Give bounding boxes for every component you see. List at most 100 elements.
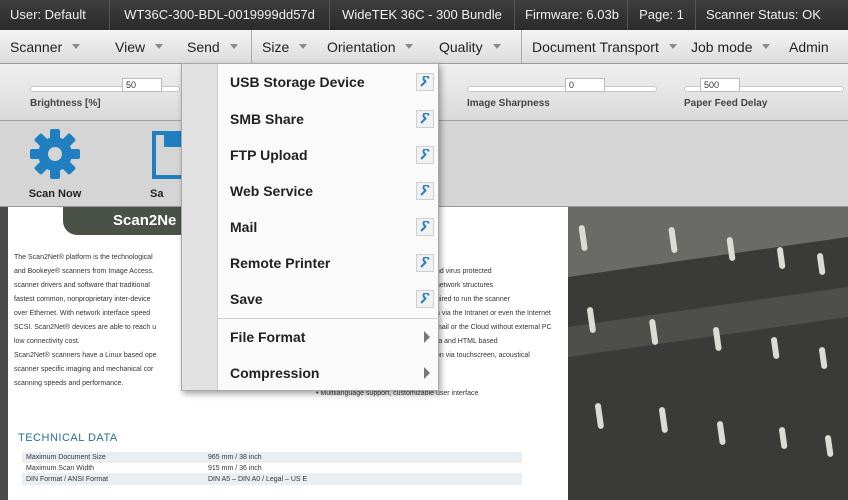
menu-item-label: File Format xyxy=(230,329,306,345)
menu-label: Quality xyxy=(439,38,483,55)
menu-item-label: SMB Share xyxy=(230,111,304,127)
doc-line: and Bookeye® scanners from Image Access. xyxy=(14,268,154,275)
chevron-down-icon xyxy=(762,44,771,49)
menu-scanner[interactable]: Scanner xyxy=(0,30,105,63)
chevron-down-icon xyxy=(229,44,238,49)
slider-track[interactable] xyxy=(467,86,657,92)
table-cell: Maximum Scan Width xyxy=(26,465,95,472)
send-menu-item-mail[interactable]: Mail xyxy=(218,209,438,245)
submenu-arrow-icon xyxy=(424,367,430,379)
menu-send[interactable]: Send xyxy=(177,30,251,63)
menu-label: Admin xyxy=(789,38,829,55)
slider-value[interactable]: 500 xyxy=(700,78,740,92)
table-row: Maximum Document Size 965 mm / 38 inch xyxy=(22,452,522,463)
wrench-icon[interactable] xyxy=(416,290,434,308)
menu-item-label: Compression xyxy=(230,365,320,381)
doc-line: scanning speeds and performance. xyxy=(14,380,124,387)
menu-size[interactable]: Size xyxy=(251,30,317,63)
slider-value[interactable]: 0 xyxy=(565,78,605,92)
menu-item-label: USB Storage Device xyxy=(230,74,365,90)
doc-line: n via the Intranet or even the Internet xyxy=(436,310,551,317)
save-label: Sa xyxy=(150,188,164,200)
menu-view[interactable]: View xyxy=(105,30,177,63)
table-cell: DIN Format / ANSI Format xyxy=(26,476,109,483)
scanner-app-window: User: Default WT36C-300-BDL-0019999dd57d… xyxy=(0,0,848,500)
scan-now-button[interactable]: Scan Now xyxy=(10,127,100,200)
wrench-icon[interactable] xyxy=(416,218,434,236)
wrench-icon[interactable] xyxy=(416,110,434,128)
save-button[interactable]: Sa xyxy=(125,127,202,200)
send-menu-item-compression[interactable]: Compression xyxy=(218,355,438,391)
doc-line: The Scan2Net® platform is the technologi… xyxy=(14,254,153,261)
send-menu-item-file-format[interactable]: File Format xyxy=(218,319,438,355)
doc-line: Scan2Net® scanners have a Linux based op… xyxy=(14,352,157,359)
doc-line: fastest common, nonproprietary inter-dev… xyxy=(14,296,151,303)
scanned-photo xyxy=(568,207,848,500)
menu-gutter xyxy=(182,64,218,390)
doc-line: scanner specific imaging and mechanical … xyxy=(14,366,154,373)
table-cell: DIN A5 – DIN A0 / Legal – US E xyxy=(208,476,308,483)
submenu-arrow-icon xyxy=(424,331,430,343)
menu-label: Document Transport xyxy=(532,38,659,55)
technical-data-table: Maximum Document Size 965 mm / 38 inch Ma… xyxy=(22,452,522,485)
menu-orientation[interactable]: Orientation xyxy=(317,30,429,63)
doc-line: network structures xyxy=(436,282,494,289)
menu-admin[interactable]: Admin xyxy=(779,30,848,63)
status-firmware: Firmware: 6.03b xyxy=(515,0,628,30)
doc-line: uired to run the scanner xyxy=(436,296,510,303)
table-cell: 965 mm / 38 inch xyxy=(208,454,262,461)
menu-label: Orientation xyxy=(327,38,396,55)
send-menu-item-remote-printer[interactable]: Remote Printer xyxy=(218,245,438,281)
doc-line: on via touchscreen, acoustical xyxy=(436,352,530,359)
slider-label: Paper Feed Delay xyxy=(684,98,768,109)
wrench-icon[interactable] xyxy=(416,146,434,164)
menu-quality[interactable]: Quality xyxy=(429,30,521,63)
menu-label: View xyxy=(115,38,146,55)
menu-item-label: Save xyxy=(230,291,263,307)
technical-data-heading: TECHNICAL DATA xyxy=(18,432,118,444)
menu-bar: Scanner View Send Size Orientation Quali… xyxy=(0,30,848,64)
gear-icon xyxy=(30,129,80,179)
menu-label: Send xyxy=(187,38,220,55)
menu-item-label: Mail xyxy=(230,219,258,235)
wrench-icon[interactable] xyxy=(416,182,434,200)
menu-label: Job mode xyxy=(691,38,753,55)
doc-line: over Ethernet. With network interface sp… xyxy=(14,310,151,317)
chevron-down-icon xyxy=(299,44,308,49)
chevron-down-icon xyxy=(155,44,164,49)
menu-document-transport[interactable]: Document Transport xyxy=(521,30,681,63)
wrench-icon[interactable] xyxy=(416,254,434,272)
status-page: Page: 1 xyxy=(628,0,696,30)
doc-line: SCSI. Scan2Net® devices are able to reac… xyxy=(14,324,157,331)
send-menu-dropdown: USB Storage Device SMB Share FTP Upload … xyxy=(181,63,440,391)
send-menu-item-web-service[interactable]: Web Service xyxy=(218,173,438,209)
menu-label: Scanner xyxy=(10,38,63,55)
doc-line: nd virus protected xyxy=(436,268,492,275)
doc-line: scanner drivers and software that tradit… xyxy=(14,282,150,289)
status-user: User: Default xyxy=(0,0,110,30)
send-menu-item-usb[interactable]: USB Storage Device xyxy=(218,64,438,100)
menu-item-label: Web Service xyxy=(230,183,314,199)
slider-value[interactable]: 50 xyxy=(122,78,162,92)
chevron-down-icon xyxy=(668,44,677,49)
status-device-id: WT36C-300-BDL-0019999dd57d xyxy=(110,0,330,30)
table-row: DIN Format / ANSI Format DIN A5 – DIN A0 … xyxy=(22,474,522,485)
menu-job-mode[interactable]: Job mode xyxy=(681,30,779,63)
send-menu-item-smb[interactable]: SMB Share xyxy=(218,101,438,137)
chevron-down-icon xyxy=(72,44,81,49)
send-menu-item-ftp[interactable]: FTP Upload xyxy=(218,137,438,173)
slider-label: Image Sharpness xyxy=(467,98,550,109)
table-row: Maximum Scan Width 915 mm / 36 inch xyxy=(22,463,522,474)
send-menu-item-save[interactable]: Save xyxy=(218,281,438,317)
chevron-down-icon xyxy=(405,44,414,49)
wrench-icon[interactable] xyxy=(416,73,434,91)
menu-item-label: FTP Upload xyxy=(230,147,308,163)
document-left-column: The Scan2Net® platform is the technologi… xyxy=(14,251,157,391)
document-right-column: nd virus protected network structures ui… xyxy=(436,265,552,363)
doc-line: low connectivity cost. xyxy=(14,338,80,345)
status-bar: User: Default WT36C-300-BDL-0019999dd57d… xyxy=(0,0,848,30)
doc-line: ra and HTML based xyxy=(436,338,498,345)
table-cell: Maximum Document Size xyxy=(26,454,106,461)
doc-line: mail or the Cloud without external PC xyxy=(436,324,552,331)
chevron-down-icon xyxy=(492,44,501,49)
